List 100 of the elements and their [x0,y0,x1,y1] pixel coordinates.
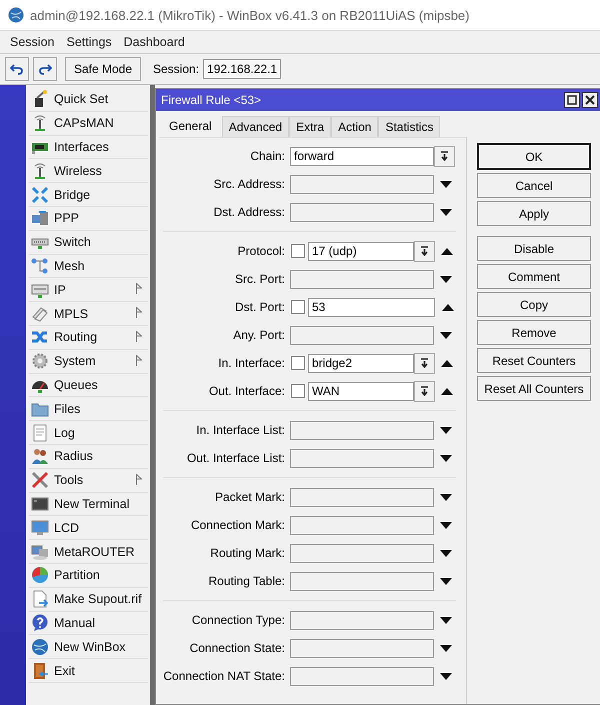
input-field[interactable] [290,544,434,562]
sidebar-item[interactable]: Bridge [29,183,148,207]
expand-arrow-icon[interactable] [440,180,452,188]
input-field[interactable] [290,516,434,534]
collapse-arrow-icon[interactable] [442,304,454,310]
menu-item[interactable]: Session [4,35,60,49]
sidebar-item[interactable]: LCD [29,516,148,540]
input-field[interactable] [290,174,434,194]
input-field[interactable] [290,572,434,590]
expand-arrow-icon[interactable] [440,332,452,338]
tab[interactable]: Advanced [222,116,290,137]
close-icon [585,95,595,105]
sidebar-item[interactable]: Switch [29,230,148,255]
dropdown-button[interactable] [414,380,435,402]
dialog-button[interactable]: Reset Counters [477,348,591,373]
tools-icon [31,471,49,490]
tab[interactable]: Statistics [378,116,440,137]
input-field[interactable] [290,202,434,222]
sidebar-item[interactable]: Partition [29,564,148,588]
sidebar-item[interactable]: Routing [29,326,148,350]
checkbox[interactable] [291,384,305,398]
input-field[interactable] [290,638,434,658]
monitor-icon [31,518,49,537]
collapse-arrow-icon[interactable] [441,248,453,254]
field-label: In. Interface: [217,356,286,370]
sidebar-item[interactable]: New Terminal [29,492,148,516]
expand-arrow-icon[interactable] [440,426,452,434]
sidebar-item[interactable]: Log [29,421,148,445]
sidebar-item[interactable]: Wireless [29,159,148,184]
input-field[interactable] [290,270,434,288]
input-field[interactable]: 17 (udp) [308,242,414,260]
sidebar-item[interactable]: Radius [29,444,148,469]
redo-button[interactable] [33,57,57,81]
computers-icon [31,209,49,228]
tab[interactable]: Extra [289,116,332,137]
sidebar-item[interactable]: Quick Set [29,88,148,112]
dialog-button[interactable]: Remove [477,320,591,345]
menu-item[interactable]: Settings [60,35,118,49]
sidebar-item[interactable]: Mesh [29,254,148,278]
session-field[interactable]: 192.168.22.1 [203,59,282,79]
redo-icon [38,63,52,75]
input-field[interactable]: WAN [308,382,414,400]
expand-arrow-icon[interactable] [440,644,452,652]
help-icon [31,614,49,632]
safe-mode-button[interactable]: Safe Mode [65,57,141,81]
sidebar-item[interactable]: New WinBox [29,635,148,660]
sidebar-item[interactable]: MetaROUTER [29,540,148,564]
checkbox[interactable] [291,244,305,258]
dialog-button[interactable]: OK [477,143,591,170]
maximize-button[interactable] [564,92,580,108]
undo-button[interactable] [5,57,29,81]
input-field[interactable] [290,326,434,344]
dialog-button[interactable]: Reset All Counters [477,376,591,401]
input-field[interactable] [290,420,434,440]
sidebar-item[interactable]: Exit [29,659,148,683]
tab[interactable]: Action [331,116,378,137]
dialog-title: Firewall Rule <53> [161,93,262,107]
expand-arrow-icon[interactable] [440,276,452,282]
input-field[interactable]: bridge2 [308,354,414,372]
input-field[interactable] [290,488,434,506]
dialog-button[interactable]: Cancel [477,173,591,198]
sidebar-item[interactable]: MPLS [29,302,148,326]
input-field[interactable] [290,666,434,686]
sidebar-item[interactable]: System [29,350,148,374]
expand-arrow-icon[interactable] [440,522,452,528]
expand-arrow-icon[interactable] [440,616,452,624]
close-button[interactable] [582,92,598,108]
dialog-button[interactable]: Disable [477,236,591,261]
sidebar-item[interactable]: Queues [29,374,148,398]
dropdown-button[interactable] [434,146,455,166]
sidebar-item[interactable]: Interfaces [29,136,148,160]
sidebar-item[interactable]: Tools [29,468,148,493]
sidebar-item[interactable]: IP [29,278,148,302]
input-field[interactable]: forward [290,146,434,166]
dialog-button[interactable]: Apply [477,201,591,226]
menu-item[interactable]: Dashboard [118,35,191,49]
sidebar-item[interactable]: Files [29,397,148,422]
expand-arrow-icon[interactable] [440,550,452,556]
expand-arrow-icon[interactable] [440,578,452,584]
dropdown-button[interactable] [414,352,435,374]
sidebar-item[interactable]: Make Supout.rif [29,588,148,612]
expand-arrow-icon[interactable] [440,672,452,680]
checkbox[interactable] [291,300,305,314]
expand-arrow-icon[interactable] [440,454,452,462]
expand-arrow-icon[interactable] [440,208,452,216]
sidebar-item[interactable]: PPP [29,206,148,231]
sidebar-item[interactable]: CAPsMAN [29,112,148,136]
collapse-arrow-icon[interactable] [441,360,453,366]
dialog-button[interactable]: Copy [477,292,591,317]
field-label: Out. Interface: [208,384,286,398]
input-field[interactable] [290,610,434,630]
input-field[interactable]: 53 [308,298,435,316]
input-field[interactable] [290,448,434,468]
checkbox[interactable] [291,356,305,370]
document-arrow-icon [31,590,49,608]
collapse-arrow-icon[interactable] [441,388,453,394]
expand-arrow-icon[interactable] [440,494,452,500]
dialog-button[interactable]: Comment [477,264,591,289]
sidebar-item[interactable]: Manual [29,612,148,636]
dropdown-button[interactable] [414,240,435,262]
